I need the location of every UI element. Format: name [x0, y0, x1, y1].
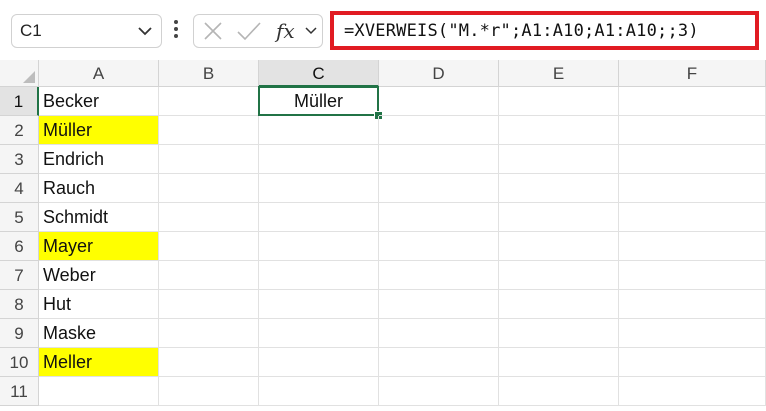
cell-c8[interactable] — [259, 290, 379, 319]
cell-c11[interactable] — [259, 377, 379, 406]
cell-d5[interactable] — [379, 203, 499, 232]
cell-c9[interactable] — [259, 319, 379, 348]
cell-e5[interactable] — [499, 203, 619, 232]
column-header-e[interactable]: E — [499, 60, 619, 87]
more-options-icon[interactable] — [171, 17, 181, 45]
cell-b7[interactable] — [159, 261, 259, 290]
cell-c2[interactable] — [259, 116, 379, 145]
cell-f10[interactable] — [619, 348, 766, 377]
cell-a9[interactable]: Maske — [39, 319, 159, 348]
column-header-d[interactable]: D — [379, 60, 499, 87]
cell-a3[interactable]: Endrich — [39, 145, 159, 174]
cell-a6[interactable]: Mayer — [39, 232, 159, 261]
cell-e11[interactable] — [499, 377, 619, 406]
cell-c1[interactable]: Müller — [258, 86, 379, 116]
insert-function-button[interactable]: fx — [276, 19, 295, 43]
row-header-5[interactable]: 5 — [0, 203, 39, 232]
row-header-10[interactable]: 10 — [0, 348, 39, 377]
cell-b8[interactable] — [159, 290, 259, 319]
cell-e9[interactable] — [499, 319, 619, 348]
cell-d11[interactable] — [379, 377, 499, 406]
cell-a7[interactable]: Weber — [39, 261, 159, 290]
cell-f5[interactable] — [619, 203, 766, 232]
row-header-6[interactable]: 6 — [0, 232, 39, 261]
formula-text: =XVERWEIS("M.*r";A1:A10;A1:A10;;3) — [344, 21, 699, 41]
row-header-4[interactable]: 4 — [0, 174, 39, 203]
cell-a5[interactable]: Schmidt — [39, 203, 159, 232]
cell-b9[interactable] — [159, 319, 259, 348]
cell-c6[interactable] — [259, 232, 379, 261]
chevron-down-icon[interactable] — [137, 21, 153, 46]
column-header-b[interactable]: B — [159, 60, 259, 87]
row-header-2[interactable]: 2 — [0, 116, 39, 145]
formula-input[interactable]: =XVERWEIS("M.*r";A1:A10;A1:A10;;3) — [330, 11, 759, 50]
cell-a8[interactable]: Hut — [39, 290, 159, 319]
close-icon[interactable] — [202, 15, 224, 47]
column-header-c[interactable]: C — [259, 60, 379, 87]
cell-d10[interactable] — [379, 348, 499, 377]
row-header-8[interactable]: 8 — [0, 290, 39, 319]
cell-a10[interactable]: Meller — [39, 348, 159, 377]
spreadsheet-grid: ABCDEF 1 2 3 4 5 6 7 8 9 10 11 Becker Müller Müller E… — [0, 60, 766, 411]
select-all-button[interactable] — [0, 60, 39, 87]
cell-b2[interactable] — [159, 116, 259, 145]
check-icon[interactable] — [236, 15, 262, 47]
cell-f6[interactable] — [619, 232, 766, 261]
cell-f8[interactable] — [619, 290, 766, 319]
cell-e7[interactable] — [499, 261, 619, 290]
column-header-f[interactable]: F — [619, 60, 766, 87]
cell-f3[interactable] — [619, 145, 766, 174]
cell-d6[interactable] — [379, 232, 499, 261]
cell-e1[interactable] — [499, 87, 619, 116]
cell-a2[interactable]: Müller — [39, 116, 159, 145]
cell-c10[interactable] — [259, 348, 379, 377]
cell-c7[interactable] — [259, 261, 379, 290]
cell-f2[interactable] — [619, 116, 766, 145]
cell-d8[interactable] — [379, 290, 499, 319]
row-header-9[interactable]: 9 — [0, 319, 39, 348]
cell-b11[interactable] — [159, 377, 259, 406]
name-box[interactable]: C1 — [11, 14, 162, 48]
cell-d9[interactable] — [379, 319, 499, 348]
row-header-7[interactable]: 7 — [0, 261, 39, 290]
chevron-down-icon[interactable] — [304, 15, 318, 47]
cell-d7[interactable] — [379, 261, 499, 290]
cell-e2[interactable] — [499, 116, 619, 145]
cell-d4[interactable] — [379, 174, 499, 203]
cell-b3[interactable] — [159, 145, 259, 174]
cell-f9[interactable] — [619, 319, 766, 348]
cell-b6[interactable] — [159, 232, 259, 261]
cell-e3[interactable] — [499, 145, 619, 174]
cell-e10[interactable] — [499, 348, 619, 377]
cell-b1[interactable] — [159, 87, 259, 116]
cell-a4[interactable]: Rauch — [39, 174, 159, 203]
cell-d2[interactable] — [379, 116, 499, 145]
cell-f1[interactable] — [619, 87, 766, 116]
cell-c3[interactable] — [259, 145, 379, 174]
formula-bar: C1 fx =XVERWEIS("M.*r";A1:A10;A1:A10;;3) — [0, 0, 766, 60]
row-header-1[interactable]: 1 — [0, 87, 39, 116]
row-header-3[interactable]: 3 — [0, 145, 39, 174]
cell-b5[interactable] — [159, 203, 259, 232]
cell-c4[interactable] — [259, 174, 379, 203]
cell-f11[interactable] — [619, 377, 766, 406]
cell-d3[interactable] — [379, 145, 499, 174]
cell-e6[interactable] — [499, 232, 619, 261]
row-header-11[interactable]: 11 — [0, 377, 39, 406]
cell-e8[interactable] — [499, 290, 619, 319]
cell-a11[interactable] — [39, 377, 159, 406]
cell-f4[interactable] — [619, 174, 766, 203]
cell-c5[interactable] — [259, 203, 379, 232]
cell-d1[interactable] — [379, 87, 499, 116]
name-box-value: C1 — [20, 21, 42, 40]
cell-f7[interactable] — [619, 261, 766, 290]
column-header-a[interactable]: A — [39, 60, 159, 87]
cell-b4[interactable] — [159, 174, 259, 203]
cell-e4[interactable] — [499, 174, 619, 203]
cell-a1[interactable]: Becker — [39, 87, 159, 116]
formula-buttons: fx — [193, 14, 323, 48]
cell-b10[interactable] — [159, 348, 259, 377]
